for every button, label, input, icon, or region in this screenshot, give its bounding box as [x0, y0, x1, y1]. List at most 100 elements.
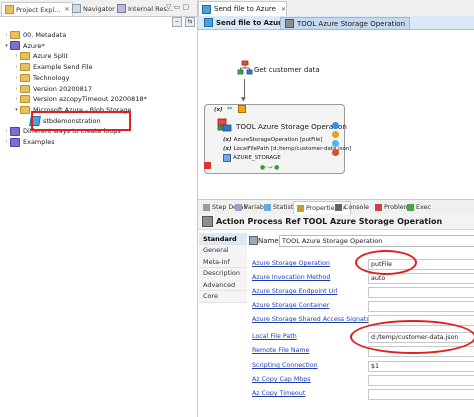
param-line: (x) AzureStorageOperation [putFile]	[223, 137, 323, 143]
tree-item-label: 00. Metadata	[23, 31, 67, 39]
property-link-azure-storage-shared-access-signature[interactable]: Azure Storage Shared Access Signature	[252, 316, 377, 323]
tab-console[interactable]: Console	[332, 201, 372, 213]
node-title: TOOL Azure Storage Operation	[236, 122, 347, 131]
folder-icon	[10, 31, 20, 39]
breadcrumb-step[interactable]: TOOL Azure Storage Operation	[280, 17, 411, 30]
tree-item[interactable]: › 00. Metadata	[3, 30, 66, 40]
node-label: Get customer data	[254, 66, 320, 74]
property-link-local-file-path[interactable]: Local File Path	[252, 333, 297, 340]
param-line: AZURE_STORAGE	[223, 154, 281, 162]
section-description[interactable]: Description	[199, 267, 247, 280]
tree-item[interactable]: › Version 20200817	[13, 84, 92, 94]
view-menu-icon[interactable]: ▽ ▭ ▢	[166, 3, 189, 11]
process-icon	[202, 4, 211, 14]
chevron-down-icon[interactable]: ▾	[13, 107, 20, 113]
chevron-right-icon[interactable]: ›	[13, 86, 20, 92]
tree-item[interactable]: › Technology	[13, 73, 69, 83]
property-value-scripting-connection[interactable]: $1	[368, 361, 474, 372]
problems-icon	[375, 203, 382, 211]
get-customer-data-node[interactable]	[237, 60, 253, 78]
tree-item-label: Version azcopyTimeout 20200818*	[33, 95, 147, 104]
warning-icon[interactable]	[332, 131, 339, 138]
properties-header: Action Process Ref TOOL Azure Storage Op…	[198, 214, 474, 230]
play-icon[interactable]	[332, 122, 339, 129]
property-link-azure-invocation-method[interactable]: Azure Invocation Method	[252, 274, 330, 281]
tab-exec[interactable]: Exec	[404, 201, 434, 213]
project-icon	[10, 137, 20, 147]
name-label: Name	[258, 237, 279, 245]
tool-node-icon	[217, 118, 232, 132]
tree-item[interactable]: › Azure Split	[13, 51, 68, 61]
tool-azure-storage-operation-node[interactable]: (x) ⇔ TOOL Azure Storage Operation (x) A…	[204, 104, 352, 174]
fx-icon: (x)	[223, 146, 232, 152]
folder-icon	[20, 105, 30, 114]
link-editor-icon[interactable]: ⇆	[185, 17, 195, 27]
property-link-azure-storage-operation[interactable]: Azure Storage Operation	[252, 260, 330, 267]
chevron-right-icon[interactable]: ›	[3, 128, 10, 134]
bottom-view-tabs: Step Detail Variable Statistic Properties ✕ C…	[198, 199, 474, 215]
output-connector-icon[interactable]: ●·→·●	[260, 164, 279, 171]
tree-item[interactable]: › Example Send File	[13, 62, 93, 72]
name-input[interactable]: TOOL Azure Storage Operation	[279, 235, 474, 247]
property-value-az-copy-cap-mbps[interactable]	[368, 375, 474, 386]
chevron-right-icon[interactable]: ›	[3, 139, 10, 145]
chevron-right-icon[interactable]: ›	[13, 53, 20, 59]
variable-icon	[235, 203, 242, 211]
section-advanced[interactable]: Advanced	[199, 279, 247, 291]
property-link-azure-storage-endpoint-url[interactable]: Azure Storage Endpoint Url	[252, 288, 338, 295]
section-standard[interactable]: Standard	[199, 233, 247, 245]
chevron-right-icon[interactable]: ›	[13, 96, 20, 102]
storage-icon	[223, 154, 231, 162]
process-icon	[204, 18, 213, 27]
tree-item[interactable]: › Version azcopyTimeout 20200818*	[13, 94, 147, 104]
property-link-scripting-connection[interactable]: Scripting Connection	[252, 362, 318, 369]
name-icon	[249, 236, 258, 245]
project-icon	[10, 126, 20, 136]
section-general[interactable]: General	[199, 244, 247, 257]
tab-project-explorer[interactable]: Project Expl... ✕	[1, 2, 74, 16]
property-link-az-copy-timeout[interactable]: Az Copy Timeout	[252, 390, 305, 397]
exec-icon	[407, 203, 414, 211]
node-side-icons	[332, 122, 339, 156]
chevron-right-icon[interactable]: ›	[13, 75, 20, 81]
tab-navigator[interactable]: Navigator	[69, 2, 118, 15]
highlight-ellipse	[355, 250, 417, 275]
property-link-az-copy-cap-mbps[interactable]: Az Copy Cap Mbps	[252, 376, 311, 383]
tree-item[interactable]: › Examples	[3, 137, 55, 147]
folder-icon	[20, 63, 30, 72]
chevron-right-icon[interactable]: ›	[3, 32, 10, 38]
tab-send-file-to-azure[interactable]: Send file to Azure ✕	[198, 1, 287, 16]
chevron-right-icon[interactable]: ›	[13, 64, 20, 70]
project-explorer-icon	[5, 5, 14, 14]
tree-item-label: Technology	[33, 73, 70, 82]
fx-badge: (x)	[214, 107, 223, 113]
step-flag-icon	[238, 105, 246, 113]
chevron-down-icon[interactable]: ▾	[3, 43, 10, 49]
breadcrumb: Send file to Azure TOOL Azure Storage Op…	[198, 16, 474, 30]
collapse-all-icon[interactable]: −	[172, 17, 182, 27]
property-value-azure-storage-endpoint-url[interactable]	[368, 287, 474, 298]
section-core[interactable]: Core	[199, 290, 247, 303]
statistic-icon	[264, 203, 271, 211]
navigator-icon	[72, 4, 81, 13]
error-icon[interactable]	[332, 149, 339, 156]
property-link-azure-storage-container[interactable]: Azure Storage Container	[252, 302, 329, 309]
section-meta-inf[interactable]: Meta-Inf	[199, 256, 247, 268]
property-value-azure-storage-container[interactable]	[368, 301, 474, 312]
folder-icon	[20, 52, 30, 61]
folder-icon	[20, 95, 30, 104]
breadcrumb-process[interactable]: Send file to Azure	[200, 17, 290, 28]
tool-icon	[202, 216, 213, 227]
info-icon[interactable]	[332, 140, 339, 147]
tree-item-label: Azure Split	[33, 52, 68, 61]
close-icon[interactable]: ✕	[281, 6, 286, 13]
console-icon	[335, 203, 342, 211]
fx-icon: (x)	[223, 137, 232, 143]
tree-item[interactable]: ▾ Azure*	[3, 41, 45, 51]
tree-item-label: Example Send File	[33, 63, 93, 72]
link-arrow-icon: ⇔	[227, 105, 233, 112]
property-link-remote-file-name[interactable]: Remote File Name	[252, 347, 309, 354]
tree-toolbar: − ⇆	[172, 17, 195, 27]
internal-resources-icon	[117, 4, 126, 13]
property-value-az-copy-timeout[interactable]	[368, 389, 474, 400]
